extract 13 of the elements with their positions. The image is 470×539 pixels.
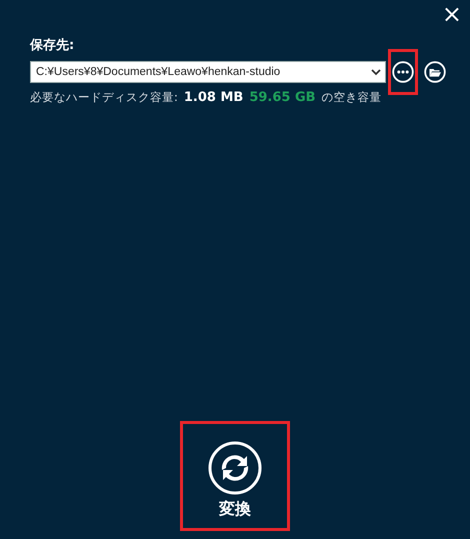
convert-button[interactable]: 変換	[180, 421, 290, 531]
path-dropdown[interactable]: C:¥Users¥8¥Documents¥Leawo¥henkan-studio	[30, 61, 386, 83]
more-button[interactable]	[388, 49, 418, 95]
free-space: 59.65 GB	[249, 90, 316, 105]
close-button[interactable]: ×	[438, 2, 466, 26]
folder-icon	[424, 61, 446, 83]
free-space-label: の空き容量	[322, 90, 382, 105]
disk-space-label: 必要なハードディスク容量:	[30, 90, 178, 105]
refresh-icon	[208, 440, 262, 494]
destination-label: 保存先:	[30, 37, 76, 54]
more-icon	[392, 61, 414, 83]
required-size: 1.08 MB	[184, 90, 244, 105]
chevron-down-icon	[371, 68, 381, 76]
